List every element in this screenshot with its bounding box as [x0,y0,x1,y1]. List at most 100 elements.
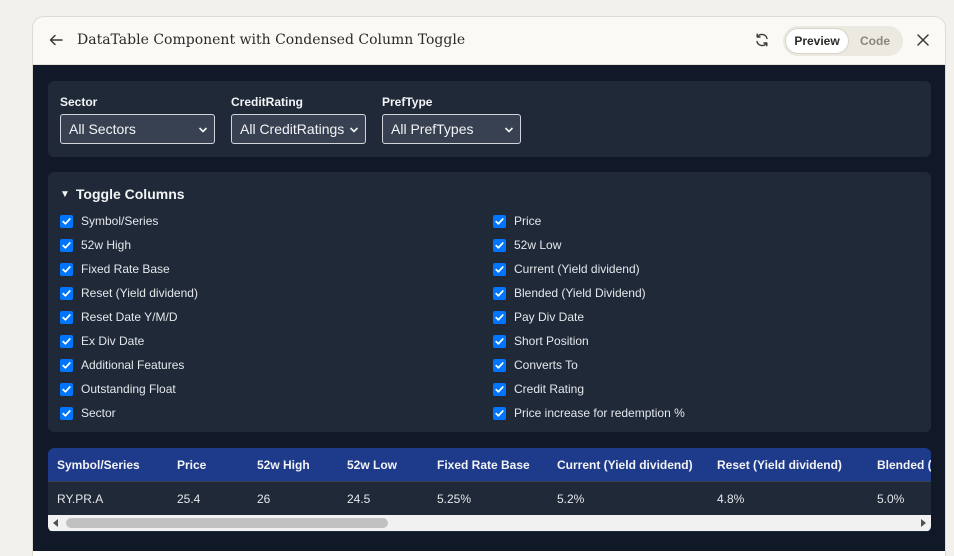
sector-select[interactable]: All Sectors [60,114,215,144]
column-toggle-label: Additional Features [81,358,185,372]
column-header[interactable]: Fixed Rate Base [437,458,530,472]
column-toggle-label: Sector [81,406,116,420]
column-toggle-option[interactable]: Blended (Yield Dividend) [493,285,646,301]
column-toggle-option[interactable]: Short Position [493,333,589,349]
sector-filter: Sector All Sectors [60,95,215,144]
checkbox[interactable] [60,382,73,396]
table-row[interactable]: RY.PR.A 25.4 26 24.5 5.25% 5.2% 4.8% 5.0… [48,481,931,515]
table-cell: RY.PR.A [57,492,104,506]
column-toggle-option[interactable]: Reset Date Y/M/D [60,309,177,325]
column-toggle-option[interactable]: Converts To [493,357,578,373]
column-header[interactable]: 52w Low [347,458,397,472]
scroll-left-button[interactable] [48,515,64,531]
code-tab[interactable]: Code [849,28,901,54]
column-toggle-option[interactable]: Current (Yield dividend) [493,261,640,277]
checkbox[interactable] [493,358,506,372]
table-header: Symbol/Series Price 52w High 52w Low Fix… [48,448,931,481]
column-toggle-option[interactable]: 52w Low [493,237,561,253]
table-cell: 5.2% [557,492,585,506]
column-toggle-option[interactable]: Symbol/Series [60,213,158,229]
scrollbar-thumb[interactable] [66,518,388,528]
column-header[interactable]: 52w High [257,458,310,472]
column-toggle-option[interactable]: Credit Rating [493,381,584,397]
column-toggle-label: Reset Date Y/M/D [81,310,178,324]
pref-type-select[interactable]: All PrefTypes [382,114,521,144]
checkmark-icon [62,361,71,369]
checkmark-icon [495,241,504,249]
column-toggle-option[interactable]: Outstanding Float [60,381,176,397]
checkbox[interactable] [493,286,506,300]
checkmark-icon [495,289,504,297]
checkmark-icon [495,217,504,225]
column-header[interactable]: Blended ( [877,458,931,472]
app-content: Sector All Sectors CreditRating All Cred… [33,65,945,551]
checkmark-icon [495,313,504,321]
column-header[interactable]: Current (Yield dividend) [557,458,693,472]
scroll-right-button[interactable] [915,515,931,531]
refresh-button[interactable] [751,29,773,51]
column-toggle-option[interactable]: Reset (Yield dividend) [60,285,198,301]
column-toggle-option[interactable]: Price increase for redemption % [493,405,685,421]
checkbox[interactable] [493,310,506,324]
preview-tab[interactable]: Preview [785,28,849,54]
checkbox[interactable] [60,262,73,276]
horizontal-scrollbar[interactable] [48,515,931,531]
column-header[interactable]: Symbol/Series [57,458,140,472]
preview-window: DataTable Component with Condensed Colum… [32,16,946,556]
credit-rating-filter-label: CreditRating [231,95,303,109]
credit-rating-select-value: All CreditRatings [240,121,345,137]
column-toggle-label: Price [514,214,542,228]
pref-type-filter-label: PrefType [382,95,433,109]
column-toggle-label: Ex Div Date [81,334,145,348]
chevron-down-icon [198,127,208,133]
scroll-right-icon [921,519,926,527]
column-toggle-option[interactable]: Sector [60,405,116,421]
checkbox[interactable] [493,238,506,252]
checkbox[interactable] [60,214,73,228]
column-header[interactable]: Reset (Yield dividend) [717,458,842,472]
close-icon [917,34,929,46]
triangle-down-icon: ▼ [60,188,70,200]
column-toggle-option[interactable]: 52w High [60,237,131,253]
table-cell: 26 [257,492,271,506]
close-button[interactable] [913,30,933,50]
column-toggle-option[interactable]: Ex Div Date [60,333,144,349]
filter-panel: Sector All Sectors CreditRating All Cred… [48,81,931,157]
column-toggle-option[interactable]: Additional Features [60,357,184,373]
data-table: Symbol/Series Price 52w High 52w Low Fix… [48,448,931,532]
column-toggle-label: Blended (Yield Dividend) [514,286,646,300]
checkbox[interactable] [60,334,73,348]
toggle-columns-panel: ▼ Toggle Columns Symbol/Series Price 52w H… [48,172,931,432]
checkmark-icon [62,337,71,345]
checkbox[interactable] [60,358,73,372]
column-toggle-label: 52w Low [514,238,562,252]
credit-rating-select[interactable]: All CreditRatings [231,114,366,144]
column-toggle-label: Outstanding Float [81,382,176,396]
checkbox[interactable] [60,286,73,300]
scroll-left-icon [53,519,58,527]
checkmark-icon [62,385,71,393]
column-toggle-option[interactable]: Price [493,213,541,229]
checkmark-icon [62,265,71,273]
checkbox[interactable] [493,406,506,420]
column-header[interactable]: Price [177,458,206,472]
checkbox[interactable] [60,310,73,324]
checkbox[interactable] [493,382,506,396]
checkmark-icon [495,337,504,345]
checkmark-icon [62,313,71,321]
checkbox[interactable] [493,334,506,348]
column-toggle-label: Symbol/Series [81,214,159,228]
column-toggle-option[interactable]: Fixed Rate Base [60,261,170,277]
column-toggle-label: Reset (Yield dividend) [81,286,198,300]
column-toggle-label: 52w High [81,238,132,252]
column-toggle-label: Credit Rating [514,382,585,396]
checkmark-icon [495,385,504,393]
checkbox[interactable] [60,238,73,252]
toggle-columns-heading: Toggle Columns [75,186,185,202]
toggle-columns-summary[interactable]: ▼ Toggle Columns [60,186,185,202]
back-button[interactable] [45,29,67,51]
checkbox[interactable] [493,214,506,228]
column-toggle-option[interactable]: Pay Div Date [493,309,584,325]
checkbox[interactable] [493,262,506,276]
checkbox[interactable] [60,406,73,420]
